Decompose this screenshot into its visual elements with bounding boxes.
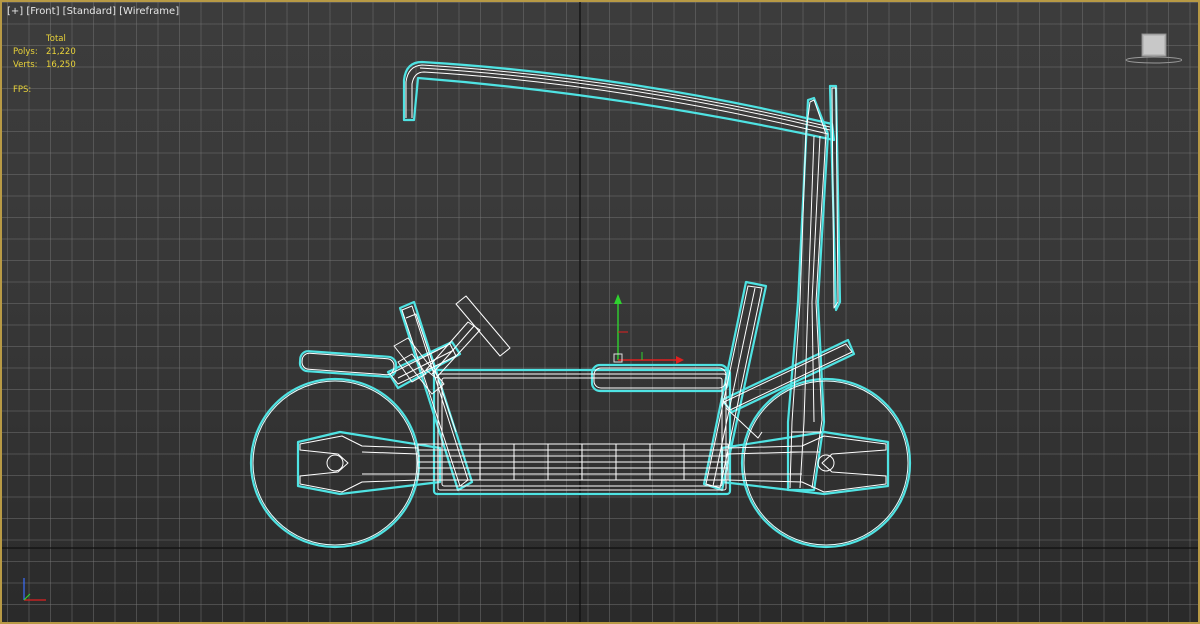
scene-wireframe[interactable] (2, 2, 1200, 624)
viewport-menu-view[interactable]: [Front] (26, 6, 59, 17)
axis-tripod-icon (23, 578, 46, 601)
canopy-bottom-edge (411, 71, 829, 135)
canopy-outline (402, 60, 836, 142)
statistics-overlay: Total Polys: 21,220 Verts: 16,250 FPS: (13, 33, 76, 97)
fork-left-edge (789, 101, 811, 489)
front-wheel-outline (740, 377, 912, 549)
viewport-label[interactable]: [+] [Front] [Standard] [Wireframe] (7, 6, 179, 17)
fps-label: FPS: (13, 85, 32, 95)
rear-bar-outline (298, 350, 398, 378)
polys-label: Polys: (13, 47, 38, 57)
verts-value: 16,250 (46, 60, 76, 70)
viewport-menu-shading[interactable]: [Standard] (63, 6, 116, 17)
stats-header: Total (46, 34, 66, 44)
rear-hub (326, 454, 344, 472)
front-hub (817, 454, 835, 472)
front-viewport[interactable]: [+] [Front] [Standard] [Wireframe] Total… (0, 0, 1200, 624)
viewport-menu-mode[interactable]: [Wireframe] (119, 6, 179, 17)
polys-value: 21,220 (46, 47, 76, 57)
move-gizmo-icon[interactable] (613, 294, 684, 364)
rear-axle-arm (299, 435, 419, 493)
rear-wheel-outline (249, 377, 421, 549)
viewport-menu-plus[interactable]: [+] (7, 6, 23, 17)
front-wheel (743, 380, 909, 546)
canopy-top-edge (405, 64, 831, 128)
rear-wheel (252, 380, 418, 546)
verts-label: Verts: (13, 60, 38, 70)
canopy-strut-outline (828, 84, 842, 312)
viewcube-icon[interactable] (1122, 30, 1182, 66)
